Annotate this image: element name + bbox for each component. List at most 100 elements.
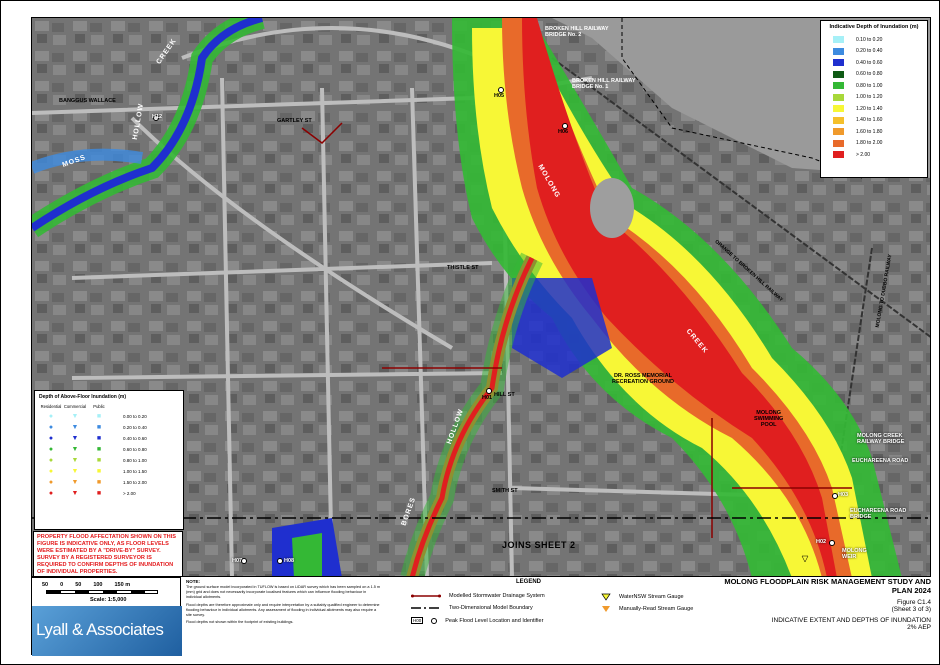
public-marker-icon: ■ xyxy=(96,479,102,486)
floor-range: 0.80 to 1.00 xyxy=(123,458,147,463)
callout-ross-ground: DR. ROSS MEMORIAL RECREATION GROUND xyxy=(612,373,674,385)
floor-range: 1.00 to 1.50 xyxy=(123,469,147,474)
floor-range: 0.20 to 0.40 xyxy=(123,425,147,430)
peak-id[interactable]: H07 xyxy=(232,558,242,564)
depth-range: 1.60 to 1.80 xyxy=(856,128,883,135)
scale-tick: 50 xyxy=(42,582,49,588)
depth-legend-item: 0.40 to 0.60 xyxy=(825,57,923,69)
depth-swatch xyxy=(833,93,844,101)
peak-id[interactable]: H02 xyxy=(816,539,826,545)
depth-legend: Indicative Depth of Inundation (m) 0.10 … xyxy=(820,20,928,178)
floor-legend-item: ● ▼ ■ > 2.00 xyxy=(39,488,179,499)
scale-tick: 150 m xyxy=(114,582,131,588)
scale-tick: 50 xyxy=(75,582,82,588)
residential-marker-icon: ● xyxy=(48,468,54,475)
depth-swatch xyxy=(833,59,844,67)
public-marker-icon: ■ xyxy=(96,490,102,497)
title-block: MOLONG FLOODPLAIN RISK MANAGEMENT STUDY … xyxy=(711,577,931,655)
depth-legend-item: 0.20 to 0.40 xyxy=(825,46,923,58)
residential-marker-icon: ● xyxy=(48,490,54,497)
callout-bridge-1: BROKEN HILL RAILWAY BRIDGE No. 1 xyxy=(572,78,636,90)
floor-range: > 2.00 xyxy=(123,491,136,496)
commercial-marker-icon: ▼ xyxy=(71,424,79,431)
peak-id[interactable]: H01 xyxy=(482,395,492,401)
public-marker-icon: ■ xyxy=(96,435,102,442)
depth-legend-item: 0.60 to 0.80 xyxy=(825,69,923,81)
residential-marker-icon: ● xyxy=(48,446,54,453)
scale-block: 50 0 50 100 150 m Scale: 1:5,000 Lyall &… xyxy=(31,577,182,656)
residential-marker-icon: ● xyxy=(48,413,54,420)
street-label: GARTLEY ST xyxy=(277,118,312,124)
joins-sheet-label: JOINS SHEET 2 xyxy=(502,540,576,550)
map-legend: LEGEND Modelled Stormwater Drainage Syst… xyxy=(391,577,701,655)
scale-bar xyxy=(46,590,158,594)
depth-swatch xyxy=(833,36,844,44)
col-public: Public xyxy=(93,404,105,409)
col-residential: Residential xyxy=(40,404,62,409)
floor-legend-item: ● ▼ ■ 0.20 to 0.40 xyxy=(39,422,179,433)
note-1: The ground surface model incorporated in… xyxy=(186,584,381,599)
peak-id[interactable]: H06 xyxy=(558,129,568,135)
depth-swatch xyxy=(833,128,844,136)
residential-marker-icon: ● xyxy=(48,479,54,486)
scale-tick: 100 xyxy=(93,582,103,588)
residential-marker-icon: ● xyxy=(48,457,54,464)
floor-legend: Depth of Above-Floor Inundation (m) Resi… xyxy=(34,390,184,530)
figure-sheet: BANGGUS WALLACE GARTLEY ST THISTLE ST HI… xyxy=(0,0,940,665)
depth-swatch xyxy=(833,139,844,147)
notes-block: NOTE: The ground surface model incorpora… xyxy=(186,579,381,655)
floor-legend-item: ● ▼ ■ 0.40 to 0.60 xyxy=(39,433,179,444)
depth-range: 1.00 to 1.20 xyxy=(856,94,883,101)
peak-id[interactable]: H05 xyxy=(494,93,504,99)
commercial-marker-icon: ▼ xyxy=(71,490,79,497)
study-title: MOLONG FLOODPLAIN RISK MANAGEMENT STUDY … xyxy=(724,577,931,595)
depth-swatch xyxy=(833,82,844,90)
callout-pool: MOLONG SWIMMING POOL xyxy=(754,410,784,428)
peak-id[interactable]: H08 xyxy=(284,558,294,564)
depth-legend-item: 1.20 to 1.40 xyxy=(825,103,923,115)
triangle-orange-icon xyxy=(602,606,610,612)
sheet-number: (Sheet 3 of 3) xyxy=(891,606,931,613)
legend-peak: H00 Peak Flood Level Location and Identi… xyxy=(411,617,544,624)
depth-legend-item: 1.60 to 1.80 xyxy=(825,126,923,138)
col-commercial: Commercial xyxy=(63,404,87,409)
street-label: BANGGUS WALLACE xyxy=(59,98,116,104)
floor-legend-item: ● ▼ ■ 1.00 to 1.50 xyxy=(39,466,179,477)
residential-marker-icon: ● xyxy=(48,424,54,431)
peak-id-sample: H00 xyxy=(411,617,424,624)
depth-legend-item: 1.40 to 1.60 xyxy=(825,115,923,127)
figure-number: Figure C1.4 xyxy=(897,599,931,606)
street-label: THISTLE ST xyxy=(447,265,479,271)
public-marker-icon: ■ xyxy=(96,424,102,431)
commercial-marker-icon: ▼ xyxy=(71,457,79,464)
scale-text: Scale: 1:5,000 xyxy=(90,597,127,603)
public-marker-icon: ■ xyxy=(96,446,102,453)
depth-swatch xyxy=(833,151,844,159)
callout-euchareena: EUCHAREENA ROAD BRIDGE xyxy=(850,508,907,520)
depth-range: 0.60 to 0.80 xyxy=(856,71,883,78)
flood-map[interactable]: BANGGUS WALLACE GARTLEY ST THISTLE ST HI… xyxy=(31,17,931,577)
road-label: EUCHAREENA ROAD xyxy=(852,458,909,464)
depth-range: 0.20 to 0.40 xyxy=(856,48,883,55)
floor-legend-item: ● ▼ ■ 0.80 to 1.00 xyxy=(39,455,179,466)
peak-id[interactable]: H03 xyxy=(838,492,848,498)
scale-tick: 0 xyxy=(60,582,64,588)
notes-title: NOTE: xyxy=(186,579,200,584)
floor-legend-item: ● ▼ ■ 0.00 to 0.20 xyxy=(39,411,179,422)
peak-circle-icon xyxy=(431,617,438,624)
depth-legend-title: Indicative Depth of Inundation (m) xyxy=(829,24,919,30)
floor-legend-item: ● ▼ ■ 0.60 to 0.80 xyxy=(39,444,179,455)
street-label: HILL ST xyxy=(494,392,515,398)
depth-range: 1.80 to 2.00 xyxy=(856,140,883,147)
floor-legend-item: ● ▼ ■ 1.50 to 2.00 xyxy=(39,477,179,488)
peak-id[interactable]: H12 xyxy=(152,114,162,120)
note-3: Flood depths not shown within the footpr… xyxy=(186,620,294,625)
public-marker-icon: ■ xyxy=(96,413,102,420)
depth-swatch xyxy=(833,116,844,124)
depth-range: > 2.00 xyxy=(856,151,871,158)
depth-swatch xyxy=(833,70,844,78)
title-strip: 50 0 50 100 150 m Scale: 1:5,000 Lyall &… xyxy=(31,577,931,656)
logo-text: Lyall & Associates xyxy=(36,620,164,639)
depth-swatch xyxy=(833,105,844,113)
depth-legend-item: 0.10 to 0.20 xyxy=(825,34,923,46)
